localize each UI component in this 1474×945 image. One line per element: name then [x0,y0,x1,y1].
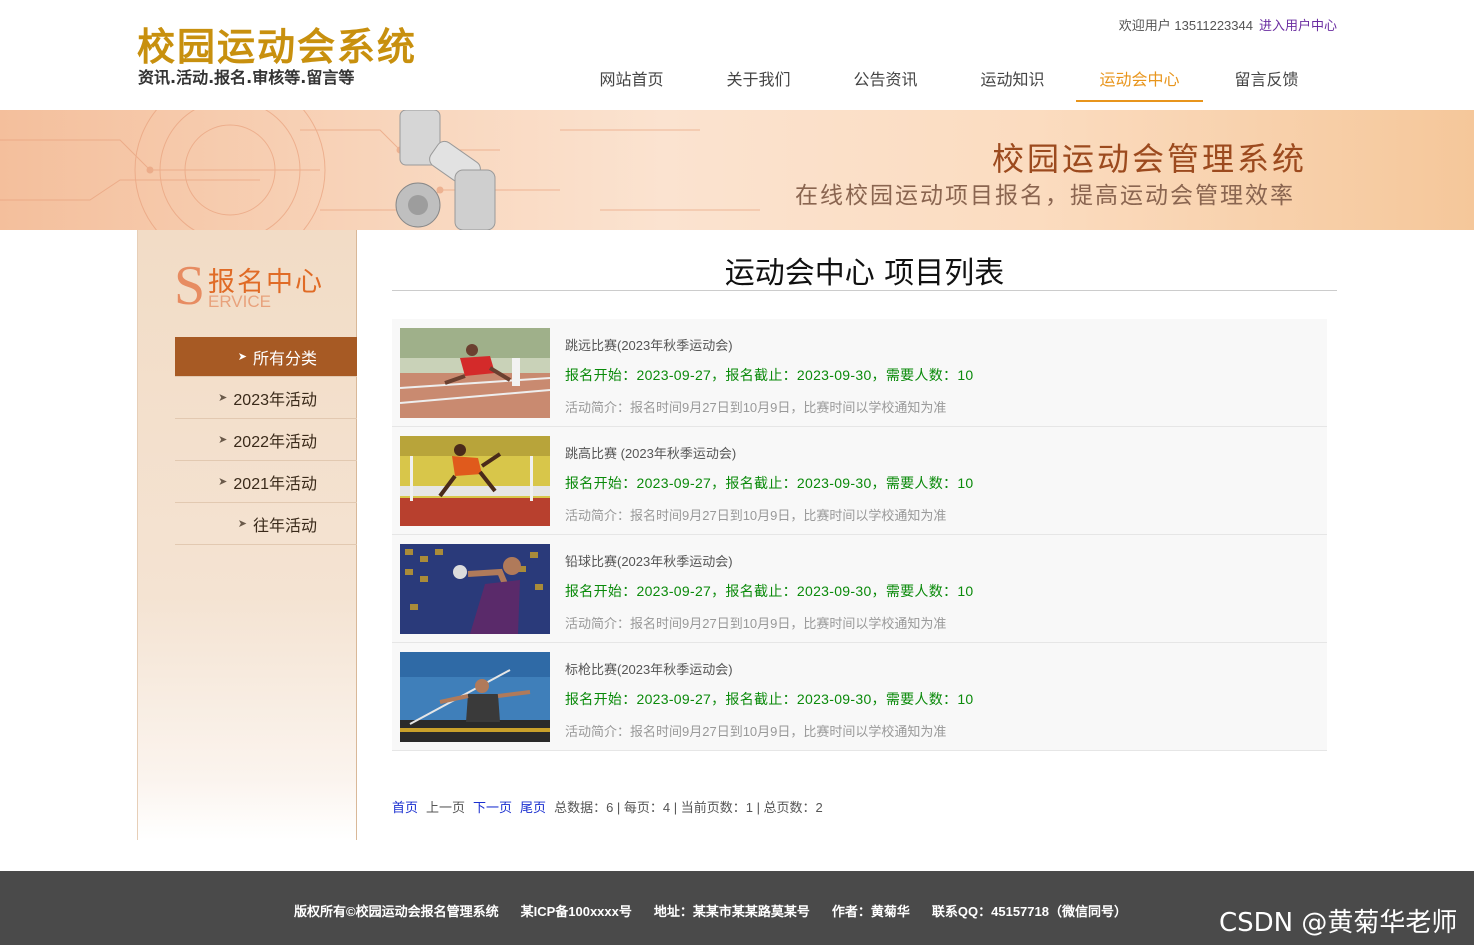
sidebar-heading-letter: S [174,255,206,317]
chevron-right-icon: ➤ [237,518,247,530]
event-thumbnail[interactable] [400,328,550,418]
javelin-photo [400,652,550,742]
sidebar-item-past[interactable]: ➤ 往年活动 [175,503,357,545]
sidebar-menu: ➤ 所有分类 ➤ 2023年活动 ➤ 2022年活动 ➤ 2021年活动 ➤ 往年活动 [175,337,357,545]
hero-banner: 校园运动会管理系统 在线校园运动项目报名，提高运动会管理效率 [0,110,1474,230]
sidebar-item-label: 所有分类 [252,350,317,368]
footer-icp: 某ICP备100xxxx号 [520,904,632,919]
event-meta: 报名开始：2023-09-27，报名截止：2023-09-30，需要人数：10 [565,475,974,491]
site-header: 校园运动会系统 资讯.活动.报名.审核等.留言等 欢迎用户 1351122334… [0,0,1474,110]
event-meta: 报名开始：2023-09-27，报名截止：2023-09-30，需要人数：10 [565,367,974,383]
pagination: 首页 上一页 下一页 尾页 总数据：6 | 每页：4 | 当前页数：1 | 总页数：2 [392,797,831,816]
event-description: 活动简介：报名时间9月27日到10月9日，比赛时间以学校通知为准 [565,724,947,739]
event-title[interactable]: 铅球比赛(2023年秋季运动会) [565,551,733,570]
event-list: 跳远比赛(2023年秋季运动会) 报名开始：2023-09-27，报名截止：20… [392,319,1327,751]
event-title[interactable]: 跳高比赛 (2023年秋季运动会) [565,443,736,462]
event-title[interactable]: 标枪比赛(2023年秋季运动会) [565,659,733,678]
nav-item-about[interactable]: 关于我们 [695,62,822,102]
event-thumbnail[interactable] [400,544,550,634]
nav-item-feedback[interactable]: 留言反馈 [1203,62,1330,102]
sidebar-item-2021[interactable]: ➤ 2021年活动 [175,461,357,503]
chevron-right-icon: ➤ [237,351,247,363]
long-jump-photo [400,328,550,418]
sidebar-item-label: 2023年活动 [233,391,317,409]
main-nav: 网站首页 关于我们 公告资讯 运动知识 运动会中心 留言反馈 [568,62,1330,102]
high-jump-photo [400,436,550,526]
user-center-link[interactable]: 进入用户中心 [1259,18,1337,33]
event-thumbnail[interactable] [400,652,550,742]
sidebar-item-2023[interactable]: ➤ 2023年活动 [175,377,357,419]
site-logo-title[interactable]: 校园运动会系统 [137,16,417,71]
list-item[interactable]: 标枪比赛(2023年秋季运动会) 报名开始：2023-09-27，报名截止：20… [392,643,1327,751]
event-description: 活动简介：报名时间9月27日到10月9日，比赛时间以学校通知为准 [565,400,947,415]
event-description: 活动简介：报名时间9月27日到10月9日，比赛时间以学校通知为准 [565,616,947,631]
welcome-text: 欢迎用户 13511223344 [1118,18,1253,33]
title-divider [392,290,1337,291]
pager-prev-text: 上一页 [426,800,466,815]
banner-subtitle: 在线校园运动项目报名，提高运动会管理效率 [795,183,1295,209]
footer-qq: 联系QQ：45157718（微信同号） [931,904,1127,919]
event-meta: 报名开始：2023-09-27，报名截止：2023-09-30，需要人数：10 [565,691,974,707]
pager-first-link[interactable]: 首页 [392,800,418,815]
footer-author: 作者：黄菊华 [831,904,910,919]
sidebar: S 报名中心 ERVICE ➤ 所有分类 ➤ 2023年活动 ➤ 2022年活动 ➤ 2… [137,230,357,840]
event-meta: 报名开始：2023-09-27，报名截止：2023-09-30，需要人数：10 [565,583,974,599]
pager-last-link[interactable]: 尾页 [520,800,546,815]
nav-item-sports-center[interactable]: 运动会中心 [1076,62,1203,102]
sidebar-item-label: 2021年活动 [233,475,317,493]
chevron-right-icon: ➤ [218,392,228,404]
site-logo-subtitle: 资讯.活动.报名.审核等.留言等 [138,68,355,87]
sidebar-item-label: 2022年活动 [233,433,317,451]
sidebar-heading-en: ERVICE [208,292,271,311]
csdn-watermark: CSDN @黄菊华老师 [1219,908,1458,938]
sidebar-item-label: 往年活动 [252,517,317,535]
footer-copyright: 版权所有©校园运动会报名管理系统 [294,904,499,919]
pager-summary: 总数据：6 | 每页：4 | 当前页数：1 | 总页数：2 [554,800,823,815]
sidebar-heading: S 报名中心 ERVICE [174,258,334,318]
list-item[interactable]: 跳远比赛(2023年秋季运动会) 报名开始：2023-09-27，报名截止：20… [392,319,1327,427]
nav-item-news[interactable]: 公告资讯 [822,62,949,102]
nav-item-home[interactable]: 网站首页 [568,62,695,102]
sidebar-item-all[interactable]: ➤ 所有分类 [175,337,357,377]
list-item[interactable]: 铅球比赛(2023年秋季运动会) 报名开始：2023-09-27，报名截止：20… [392,535,1327,643]
nav-item-knowledge[interactable]: 运动知识 [949,62,1076,102]
footer-address: 地址：某某市某某路莫某号 [653,904,810,919]
footer-info: 版权所有©校园运动会报名管理系统 某ICP备100xxxx号 地址：某某市某某路莫某… [294,901,1149,920]
event-description: 活动简介：报名时间9月27日到10月9日，比赛时间以学校通知为准 [565,508,947,523]
chevron-right-icon: ➤ [218,434,228,446]
event-title[interactable]: 跳远比赛(2023年秋季运动会) [565,335,733,354]
banner-title: 校园运动会管理系统 [992,140,1308,178]
pager-next-link[interactable]: 下一页 [473,800,512,815]
page-title: 运动会中心 项目列表 [724,256,1005,291]
event-thumbnail[interactable] [400,436,550,526]
user-topbar: 欢迎用户 13511223344 进入用户中心 [1119,15,1337,34]
sidebar-item-2022[interactable]: ➤ 2022年活动 [175,419,357,461]
shot-put-photo [400,544,550,634]
chevron-right-icon: ➤ [218,476,228,488]
list-item[interactable]: 跳高比赛 (2023年秋季运动会) 报名开始：2023-09-27，报名截止：2… [392,427,1327,535]
